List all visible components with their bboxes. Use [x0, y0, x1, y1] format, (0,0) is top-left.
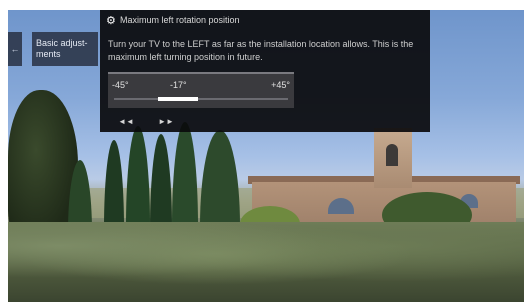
rewind-icon: ◄◄ [118, 116, 134, 126]
dialog-description: Turn your TV to the LEFT as far as the i… [108, 39, 414, 62]
slider-max-label: +45° [271, 80, 290, 90]
rotation-dialog: ⚙ Maximum left rotation position Turn yo… [100, 10, 430, 132]
foreground-bushes [8, 222, 524, 302]
fast-forward-icon: ►► [158, 116, 174, 126]
back-button[interactable]: ← [8, 32, 22, 66]
rotate-right-button[interactable]: ►► [152, 114, 180, 128]
tv-screen: ← Basic adjust- ments ⚙ Maximum left rot… [8, 10, 524, 302]
slider-position-indicator[interactable] [158, 97, 199, 101]
rotation-controls: ◄◄ ►► [108, 114, 294, 128]
rotate-left-button[interactable]: ◄◄ [112, 114, 140, 128]
slider-min-label: -45° [112, 80, 129, 90]
bell-tower-window [386, 144, 398, 166]
dialog-title: Maximum left rotation position [120, 15, 240, 25]
slider-current-label: -17° [170, 80, 187, 90]
menu-item-basic-adjustments[interactable]: Basic adjust- ments [32, 32, 98, 66]
back-arrow-icon: ← [10, 44, 20, 54]
gear-icon: ⚙ [106, 15, 116, 27]
slider-track[interactable] [114, 98, 288, 100]
rotation-slider[interactable]: -45° -17° +45° [108, 72, 294, 108]
menu-item-label: Basic adjust- ments [36, 38, 88, 59]
